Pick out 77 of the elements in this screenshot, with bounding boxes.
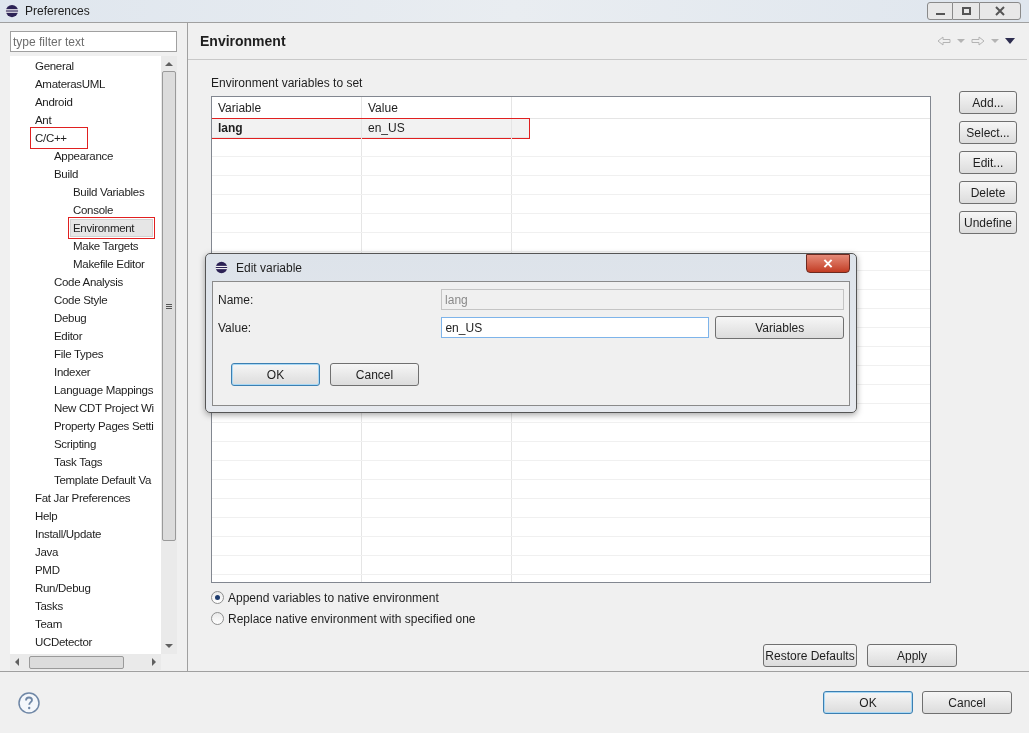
tree-item[interactable]: Template Default Va xyxy=(51,471,154,489)
vertical-scrollbar[interactable] xyxy=(161,56,177,654)
radio-button[interactable] xyxy=(211,591,224,604)
tree-item[interactable]: Environment xyxy=(70,219,154,237)
view-menu-icon[interactable] xyxy=(1005,38,1015,44)
dialog-title: Edit variable xyxy=(236,259,303,277)
tree-item[interactable]: Appearance xyxy=(51,147,117,165)
window-title: Preferences xyxy=(25,3,90,20)
variables-button[interactable]: Variables xyxy=(715,316,844,339)
field-label: Name: xyxy=(218,291,255,309)
tree-item[interactable]: UCDetector xyxy=(32,633,96,651)
side-button[interactable]: Add... xyxy=(959,91,1017,114)
tree-item[interactable]: Fat Jar Preferences xyxy=(32,489,134,507)
tree-item[interactable]: File Types xyxy=(51,345,107,363)
tree-item[interactable]: Java xyxy=(32,543,62,561)
tree-item[interactable]: Indexer xyxy=(51,363,94,381)
radio-label: Append variables to native environment xyxy=(228,589,439,607)
tree-item[interactable]: Install/Update xyxy=(32,525,105,543)
app-logo-icon xyxy=(5,4,19,18)
tree-item[interactable]: Console xyxy=(70,201,117,219)
tree-item[interactable]: AmaterasUML xyxy=(32,75,109,93)
tree-item[interactable]: Build xyxy=(51,165,82,183)
tree-item[interactable]: Team xyxy=(32,615,65,633)
apply-button[interactable]: Apply xyxy=(867,644,957,667)
tree-item[interactable]: New CDT Project Wi xyxy=(51,399,157,417)
tree-item[interactable]: Make Targets xyxy=(70,237,142,255)
radio-label: Replace native environment with specified one xyxy=(228,610,476,628)
side-button[interactable]: Select... xyxy=(959,121,1017,144)
tree-item[interactable]: Android xyxy=(32,93,76,111)
tree-item[interactable]: Build Variables xyxy=(70,183,148,201)
restore-defaults-button[interactable]: Restore Defaults xyxy=(763,644,857,667)
grip-icon xyxy=(166,303,172,309)
radio-button[interactable] xyxy=(211,612,224,625)
tree-item[interactable]: PMD xyxy=(32,561,63,579)
tree-item[interactable]: General xyxy=(32,57,77,75)
tree-item[interactable]: Ant xyxy=(32,111,55,129)
cancel-button[interactable]: Cancel xyxy=(330,363,419,386)
close-button[interactable] xyxy=(806,254,850,273)
help-icon[interactable] xyxy=(18,691,40,714)
app-logo-icon xyxy=(215,261,228,274)
tree-item[interactable]: Language Mappings xyxy=(51,381,157,399)
tree-item[interactable]: Property Pages Setti xyxy=(51,417,157,435)
tree-item[interactable]: Code Style xyxy=(51,291,111,309)
table-cell: lang xyxy=(212,119,362,137)
tree-item[interactable]: Code Analysis xyxy=(51,273,126,291)
scroll-down-icon[interactable] xyxy=(165,644,173,648)
scroll-left-icon[interactable] xyxy=(15,658,19,666)
tree-item[interactable]: Makefile Editor xyxy=(70,255,148,273)
close-button[interactable] xyxy=(979,2,1021,20)
field-label: Value: xyxy=(218,319,253,337)
scroll-right-icon[interactable] xyxy=(152,658,156,666)
table-row[interactable]: lang en_US xyxy=(212,119,529,138)
tree-item[interactable]: Task Tags xyxy=(51,453,106,471)
tree-item[interactable]: Tasks xyxy=(32,597,66,615)
page-title: Environment xyxy=(200,31,286,51)
tree-item[interactable]: C/C++ xyxy=(32,129,86,147)
side-button[interactable]: Delete xyxy=(959,181,1017,204)
tree-item[interactable]: Debug xyxy=(51,309,90,327)
text-field[interactable]: en_US xyxy=(441,317,710,338)
tree-item[interactable]: Scripting xyxy=(51,435,100,453)
side-button[interactable]: Edit... xyxy=(959,151,1017,174)
maximize-button[interactable] xyxy=(953,2,979,20)
table-cell: en_US xyxy=(362,119,512,137)
scroll-up-icon[interactable] xyxy=(165,62,173,66)
ok-button[interactable]: OK xyxy=(231,363,320,386)
close-icon xyxy=(995,6,1005,16)
filter-field[interactable]: type filter text xyxy=(10,31,177,52)
cancel-button[interactable]: Cancel xyxy=(922,691,1012,714)
table-label: Environment variables to set xyxy=(211,76,364,90)
minimize-button[interactable] xyxy=(927,2,953,20)
ok-button[interactable]: OK xyxy=(823,691,913,714)
horizontal-scrollbar[interactable] xyxy=(10,654,161,670)
close-icon xyxy=(823,259,833,268)
tree-item[interactable]: Editor xyxy=(51,327,86,345)
tree-item[interactable]: Help xyxy=(32,507,61,525)
side-button[interactable]: Undefine xyxy=(959,211,1017,234)
tree-item[interactable]: Run/Debug xyxy=(32,579,94,597)
